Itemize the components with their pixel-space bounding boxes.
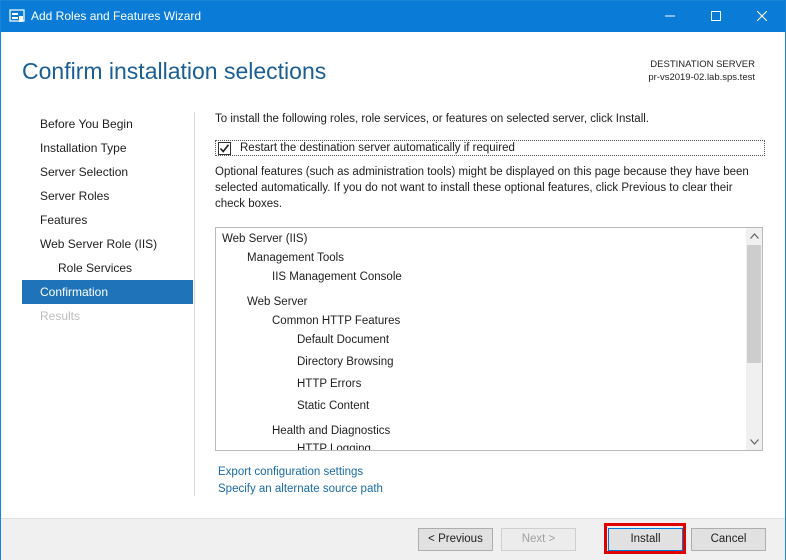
nav-item-server-selection[interactable]: Server Selection [22, 160, 193, 184]
nav-item-confirmation[interactable]: Confirmation [22, 280, 193, 304]
chevron-down-icon [749, 439, 759, 445]
selections-list[interactable]: Web Server (IIS) Management Tools IIS Ma… [215, 227, 763, 451]
list-scrollbar[interactable] [746, 228, 762, 450]
confirmation-content: To install the following roles, role ser… [215, 112, 765, 210]
nav-item-before-you-begin[interactable]: Before You Begin [22, 112, 193, 136]
alternate-source-link[interactable]: Specify an alternate source path [218, 483, 383, 495]
maximize-icon [711, 10, 721, 24]
close-button[interactable] [739, 1, 785, 32]
list-item: HTTP Errors [297, 378, 362, 390]
wizard-nav: Before You Begin Installation Type Serve… [22, 112, 193, 328]
list-item: Directory Browsing [297, 356, 394, 368]
wizard-window: Add Roles and Features Wizard Confirm in… [0, 0, 786, 560]
minimize-icon [665, 10, 675, 24]
page-title: Confirm installation selections [22, 58, 327, 84]
list-item: Web Server (IIS) [222, 233, 308, 245]
list-item: Common HTTP Features [272, 315, 401, 327]
maximize-button[interactable] [693, 1, 739, 32]
nav-item-results: Results [40, 309, 81, 323]
check-icon [219, 144, 230, 153]
list-item: Health and Diagnostics [272, 425, 391, 437]
scroll-up-button[interactable] [746, 228, 762, 244]
restart-label: Restart the destination server automatic… [240, 142, 515, 154]
list-item: IIS Management Console [272, 271, 402, 283]
restart-option[interactable]: Restart the destination server automatic… [215, 140, 765, 156]
destination-label: DESTINATION SERVER [650, 59, 755, 70]
destination-server: DESTINATION SERVER pr-vs2019-02.lab.sps.… [648, 58, 755, 84]
nav-divider [194, 112, 195, 496]
destination-server-name: pr-vs2019-02.lab.sps.test [648, 72, 755, 83]
nav-item-role-services[interactable]: Role Services [22, 256, 193, 280]
list-item: Static Content [297, 400, 370, 412]
server-manager-icon [9, 8, 25, 24]
install-highlight-box [604, 523, 686, 554]
restart-checkbox[interactable] [218, 142, 231, 155]
nav-item-web-server-role[interactable]: Web Server Role (IIS) [22, 232, 193, 256]
list-item: Default Document [297, 334, 390, 346]
list-item: Web Server [247, 296, 308, 308]
scroll-thumb[interactable] [747, 245, 761, 363]
title-bar[interactable]: Add Roles and Features Wizard [1, 1, 785, 32]
intro-text: To install the following roles, role ser… [215, 113, 649, 125]
list-item: Management Tools [247, 252, 344, 264]
cancel-button[interactable]: Cancel [691, 528, 766, 551]
minimize-button[interactable] [647, 1, 693, 32]
window-title: Add Roles and Features Wizard [31, 9, 202, 23]
scroll-down-button[interactable] [746, 434, 762, 450]
export-settings-link[interactable]: Export configuration settings [218, 466, 363, 478]
nav-item-installation-type[interactable]: Installation Type [22, 136, 193, 160]
optional-features-note: Optional features (such as administratio… [215, 166, 749, 210]
close-icon [756, 10, 768, 24]
nav-item-features[interactable]: Features [22, 208, 193, 232]
list-item: HTTP Logging [297, 443, 371, 451]
nav-item-server-roles[interactable]: Server Roles [22, 184, 193, 208]
previous-button[interactable]: < Previous [418, 528, 493, 551]
next-button: Next > [501, 528, 576, 551]
chevron-up-icon [749, 233, 759, 239]
